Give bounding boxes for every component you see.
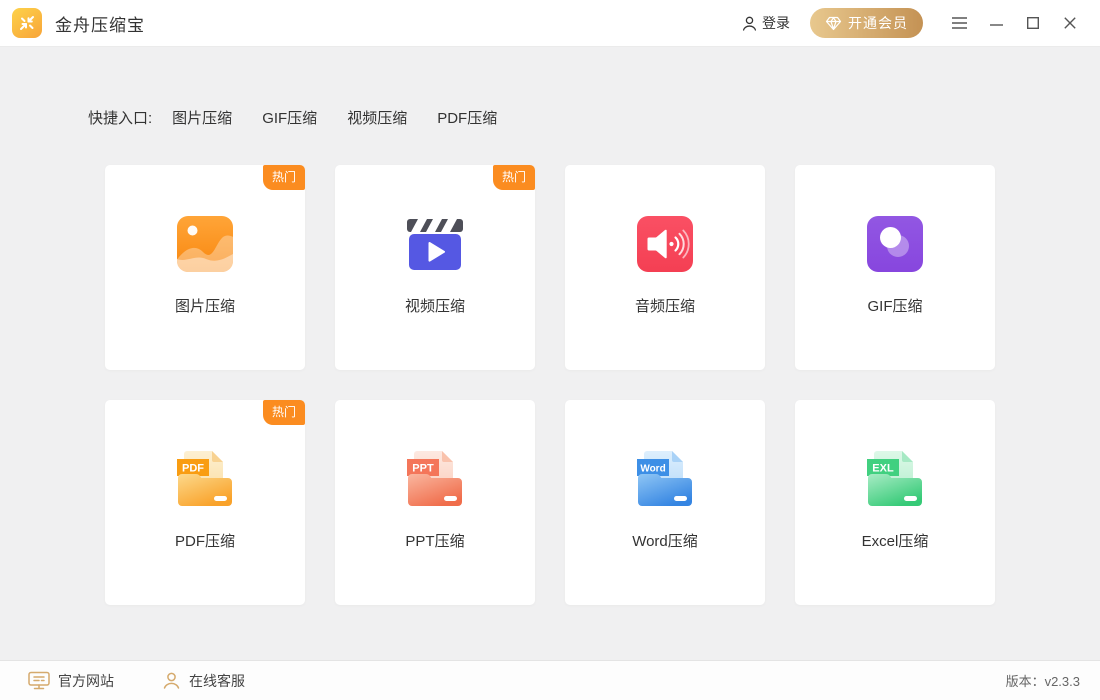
hot-badge: 热门 (262, 165, 305, 190)
excel-folder-icon: EXL (864, 448, 926, 510)
support-person-icon (163, 672, 180, 689)
card-label: Word压缩 (632, 533, 698, 550)
card-label: Excel压缩 (861, 533, 929, 550)
quick-link-video[interactable]: 视频压缩 (347, 107, 407, 128)
card-image-compress[interactable]: 热门 图片压缩 (105, 165, 305, 370)
card-label: 图片压缩 (174, 298, 235, 315)
vip-label: 开通会员 (848, 15, 908, 31)
ppt-folder-icon: PPT (404, 448, 466, 510)
online-support-label: 在线客服 (189, 672, 245, 689)
card-ppt-compress[interactable]: PPT PPT压缩 (335, 400, 535, 605)
footer-bar: 官方网站 在线客服 版本：v2.3.3 (0, 660, 1100, 700)
word-folder-icon: Word (634, 448, 696, 510)
quick-link-gif[interactable]: GIF压缩 (262, 107, 317, 128)
app-logo-icon (12, 8, 42, 38)
image-icon (177, 213, 233, 275)
official-website-label: 官方网站 (58, 672, 114, 689)
quick-link-pdf[interactable]: PDF压缩 (437, 107, 497, 128)
card-label: GIF压缩 (867, 298, 923, 315)
app-title: 金舟压缩宝 (55, 15, 145, 35)
main-area: 快捷入口: 图片压缩 GIF压缩 视频压缩 PDF压缩 热门 图片压缩 热门 视… (0, 47, 1100, 660)
card-video-compress[interactable]: 热门 视频压缩 (335, 165, 535, 370)
quick-link-image[interactable]: 图片压缩 (172, 107, 232, 128)
feature-card-grid: 热门 图片压缩 热门 视频压缩 音频压缩 GIF压缩 热门 PDF PDF压缩 … (105, 165, 995, 605)
minimize-icon[interactable] (982, 9, 1010, 37)
folder-badge-label: Word (640, 464, 665, 475)
folder-badge-label: PPT (412, 463, 434, 475)
app-window: 金舟压缩宝 登录 开通会员 快捷入口: 图片压缩 GIF压缩 视频压缩 PDF压… (0, 0, 1100, 700)
vip-button[interactable]: 开通会员 (810, 8, 923, 38)
card-audio-compress[interactable]: 音频压缩 (565, 165, 765, 370)
quick-entry-row: 快捷入口: 图片压缩 GIF压缩 视频压缩 PDF压缩 (0, 47, 1100, 128)
online-support-button[interactable]: 在线客服 (162, 671, 245, 691)
version-label: 版本：v2.3.3 (1005, 674, 1080, 689)
maximize-icon[interactable] (1019, 9, 1047, 37)
window-controls (945, 9, 1084, 37)
gem-icon (825, 16, 842, 30)
gif-icon (867, 213, 923, 275)
card-label: 音频压缩 (634, 298, 695, 315)
quick-entry-label: 快捷入口: (88, 110, 153, 127)
titlebar-actions: 登录 开通会员 (741, 8, 1084, 38)
card-label: 视频压缩 (404, 298, 465, 315)
hot-badge: 热门 (492, 165, 535, 190)
official-website-button[interactable]: 官方网站 (28, 671, 114, 691)
card-excel-compress[interactable]: EXL Excel压缩 (795, 400, 995, 605)
pdf-folder-icon: PDF (174, 448, 236, 510)
monitor-icon (28, 671, 50, 690)
user-icon (742, 16, 757, 31)
hot-badge: 热门 (262, 400, 305, 425)
login-label: 登录 (762, 15, 790, 31)
folder-badge-label: PDF (182, 463, 204, 475)
close-icon[interactable] (1056, 9, 1084, 37)
audio-icon (637, 213, 693, 275)
login-button[interactable]: 登录 (741, 13, 790, 33)
menu-icon[interactable] (945, 9, 973, 37)
titlebar: 金舟压缩宝 登录 开通会员 (0, 0, 1100, 47)
card-label: PDF压缩 (174, 533, 235, 550)
card-pdf-compress[interactable]: 热门 PDF PDF压缩 (105, 400, 305, 605)
folder-badge-label: EXL (872, 463, 894, 475)
card-word-compress[interactable]: Word Word压缩 (565, 400, 765, 605)
card-label: PPT压缩 (405, 533, 465, 550)
card-gif-compress[interactable]: GIF压缩 (795, 165, 995, 370)
video-icon (406, 213, 464, 275)
